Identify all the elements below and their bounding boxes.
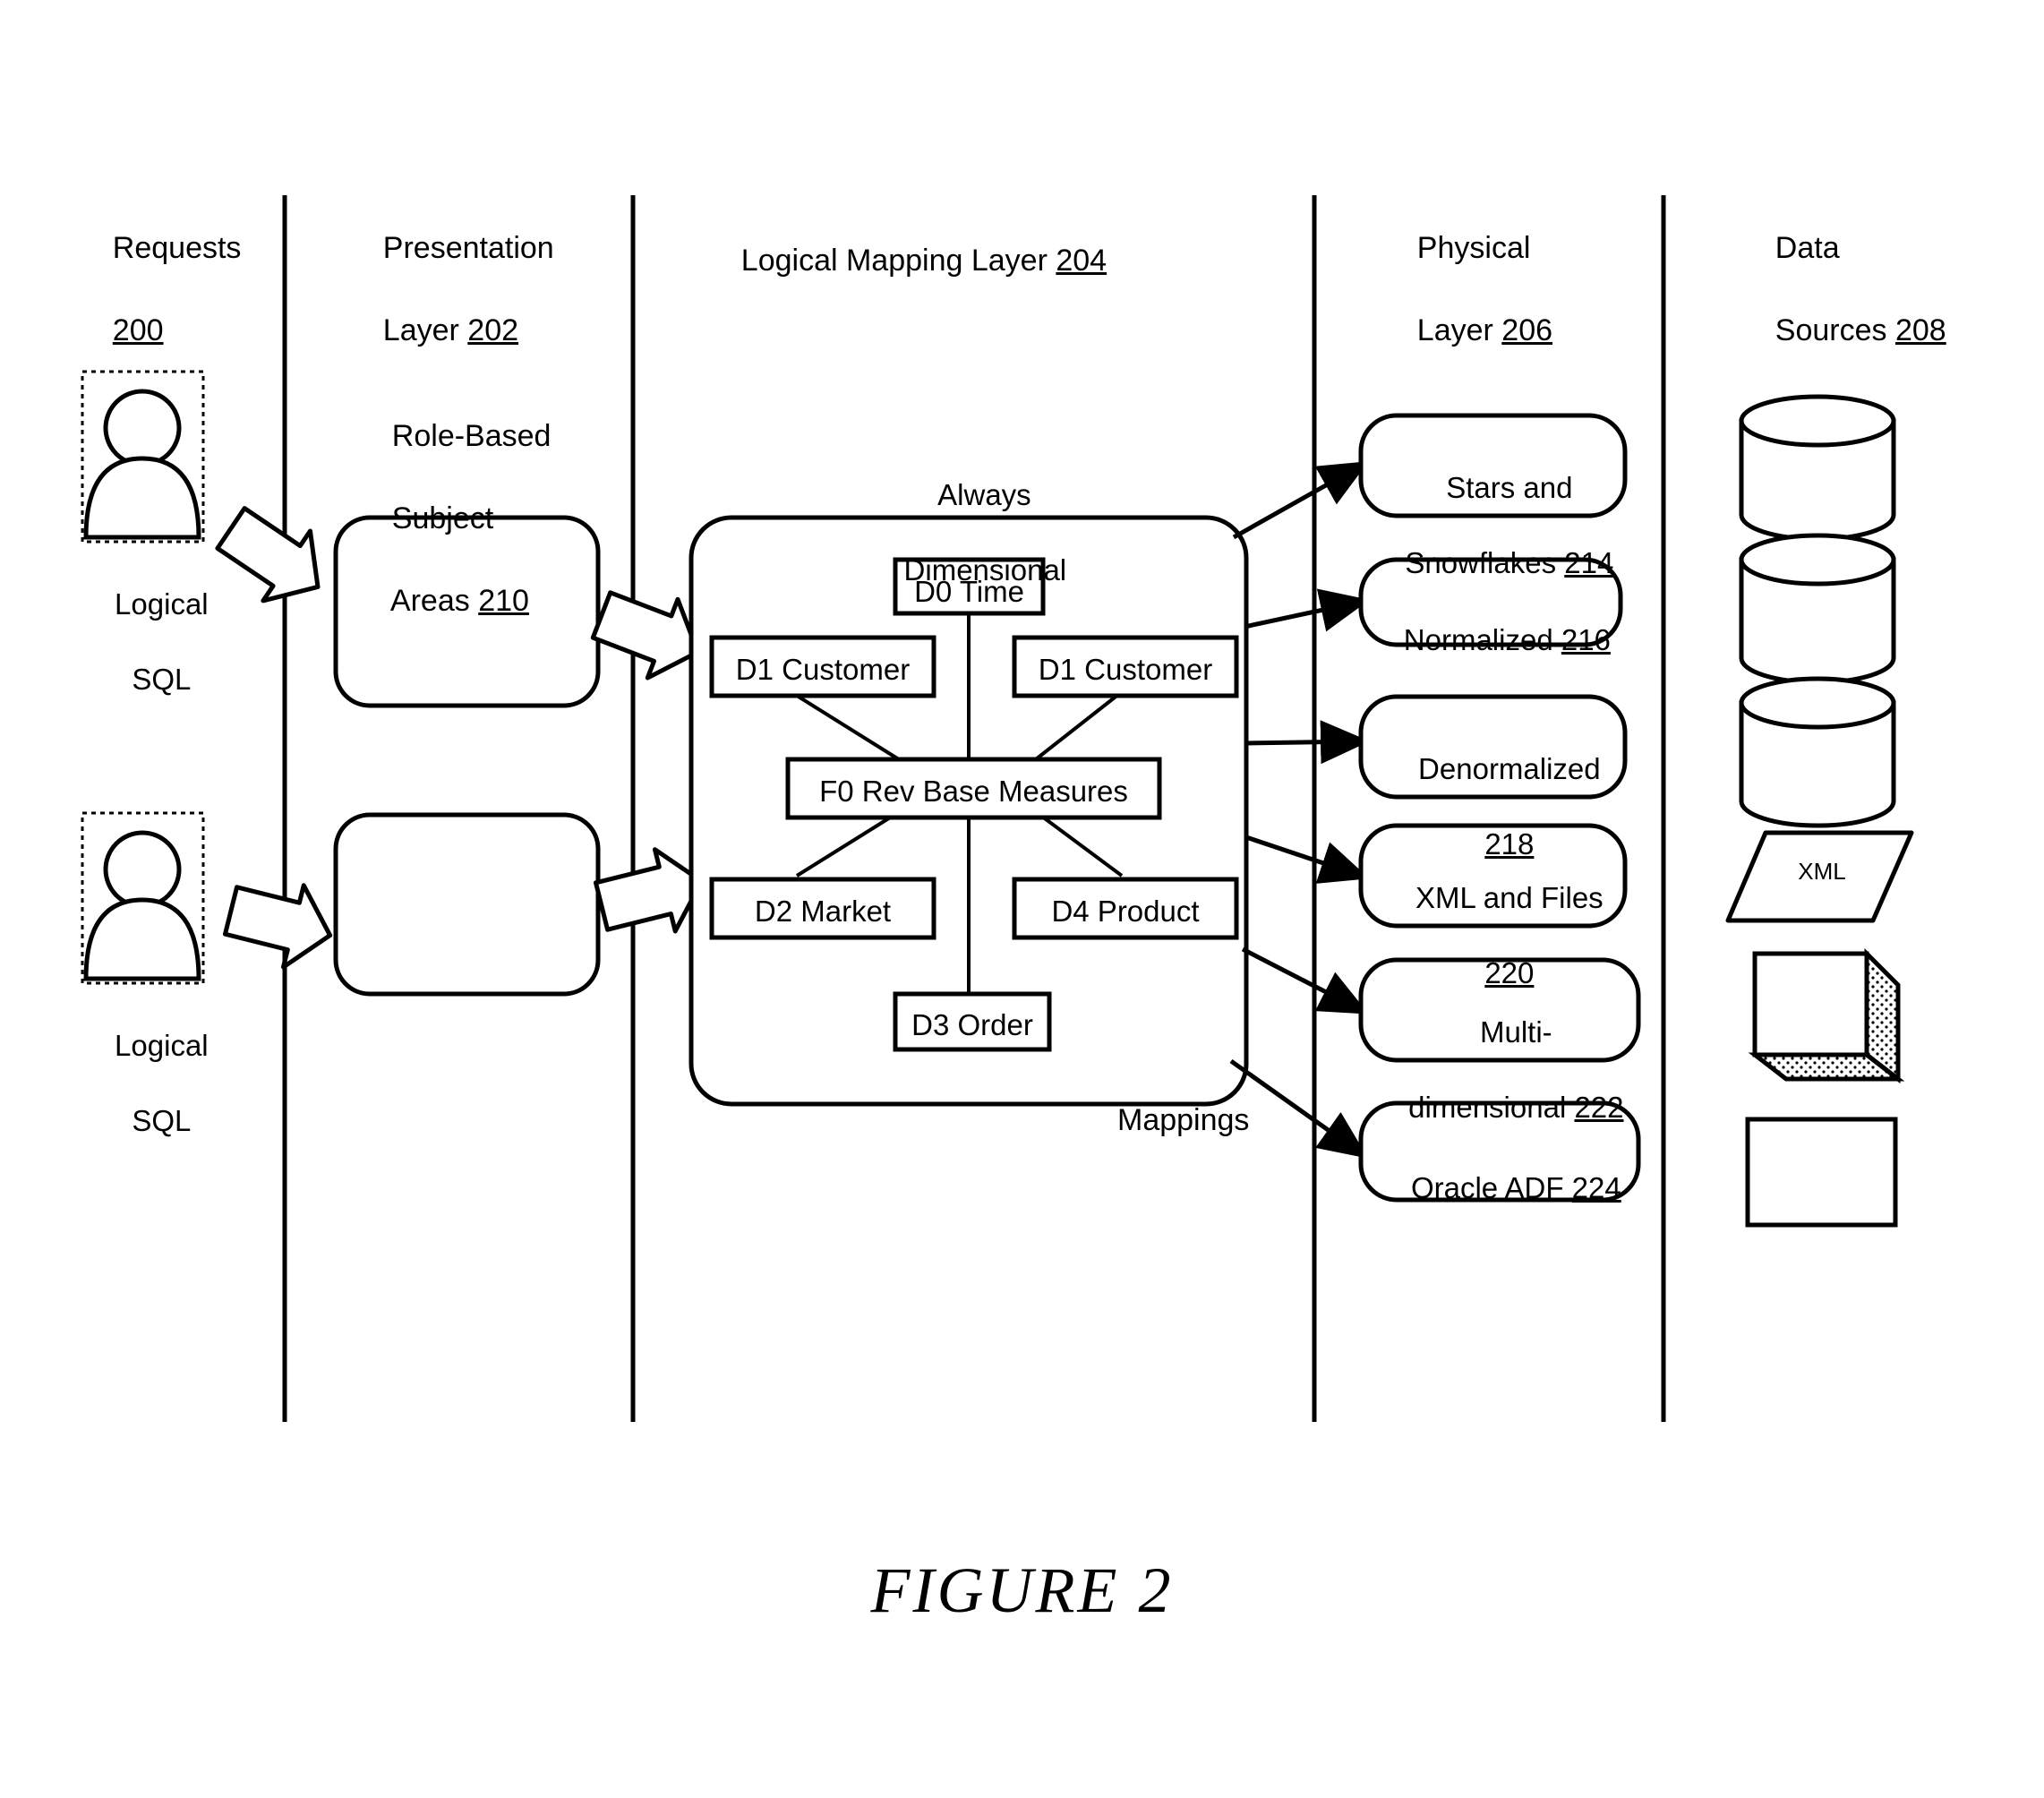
physical-box-adf-label: Oracle ADF 224 <box>1361 1132 1638 1245</box>
user-2-caption: Logical SQL <box>56 989 235 1177</box>
physical-box-adf-line1: Oracle ADF <box>1410 1171 1572 1204</box>
user-2-caption-line1: Logical <box>115 1029 209 1062</box>
database-cylinder-3 <box>1739 676 1896 828</box>
column-header-logical-ref: 204 <box>1056 244 1108 278</box>
user-1-caption: Logical SQL <box>56 548 235 736</box>
physical-box-norm-line1: Normalized <box>1403 623 1561 656</box>
column-header-physical-line1: Physical <box>1416 231 1531 265</box>
database-cylinder-1 <box>1739 394 1896 542</box>
column-header-presentation-line1: Presentation <box>382 231 554 265</box>
physical-box-multidim-ref: 222 <box>1574 1091 1624 1124</box>
physical-box-stars-line2: Snowflakes <box>1405 546 1565 579</box>
column-header-presentation-line2: Layer <box>382 313 468 347</box>
presentation-group-label-line3: Areas <box>389 584 479 618</box>
mapping-arrow-norm <box>1244 588 1370 632</box>
column-header-requests-line1: Requests <box>112 231 242 265</box>
logical-node-d0-label: D0 Time <box>914 575 1024 608</box>
database-cylinder-2 <box>1739 533 1896 685</box>
physical-box-multidim-line1: Multi- <box>1480 1015 1552 1049</box>
column-header-logical: Logical Mapping Layer 204 <box>707 199 1107 322</box>
user-1-caption-line2: SQL <box>132 663 192 696</box>
mapping-arrows <box>1229 461 1370 1159</box>
column-header-requests: Requests 200 <box>79 186 242 392</box>
physical-box-stars-line1: Stars and <box>1446 471 1573 504</box>
mapping-arrow-stars <box>1232 461 1369 540</box>
mapping-arrow-xmlfiles <box>1245 835 1370 884</box>
column-header-presentation: Presentation Layer 202 <box>349 186 554 392</box>
logical-node-d1b-label: D1 Customer <box>1038 653 1213 686</box>
physical-box-adf-ref: 224 <box>1571 1171 1621 1204</box>
block-arrow-presentation-2 <box>593 847 705 934</box>
physical-box-multidim-line2: dimensional <box>1408 1091 1575 1124</box>
column-header-physical-line2: Layer <box>1416 313 1502 347</box>
physical-box-norm-label: Normalized 216 <box>1361 584 1621 697</box>
logical-node-d2-label: D2 Market <box>754 895 892 928</box>
logical-node-d3-label: D3 Order <box>911 1008 1033 1041</box>
presentation-group-label-line2: Subject <box>391 501 494 535</box>
column-header-physical-ref: 206 <box>1501 313 1553 347</box>
presentation-group-label: Role-Based Subject Areas 210 <box>358 374 552 663</box>
column-header-sources-ref: 208 <box>1894 313 1946 347</box>
mapping-arrow-adf <box>1229 1058 1369 1159</box>
presentation-group-label-line1: Role-Based <box>391 419 552 453</box>
logical-node-d4-label: D4 Product <box>1051 895 1200 928</box>
column-header-sources-line1: Data <box>1775 231 1840 265</box>
physical-box-stars-ref: 214 <box>1564 546 1614 579</box>
column-header-presentation-ref: 202 <box>467 313 519 347</box>
mappings-label: Mappings <box>1117 1103 1250 1137</box>
physical-box-denorm-line1: Denormalized <box>1418 752 1601 785</box>
logical-annotation-line1: Always <box>937 478 1031 511</box>
column-header-requests-ref: 200 <box>112 313 164 347</box>
user-1-caption-line1: Logical <box>115 587 209 621</box>
physical-box-xmlfiles-line1: XML and Files <box>1415 881 1604 914</box>
column-header-sources: Data Sources 208 <box>1741 186 1946 392</box>
presentation-group-ref: 210 <box>478 584 529 618</box>
column-header-physical: Physical Layer 206 <box>1383 186 1552 392</box>
xml-shape-label: XML <box>1798 858 1846 885</box>
figure-canvas: Requests 200 Presentation Layer 202 Logi… <box>0 0 2044 1798</box>
mapping-arrow-multidim <box>1241 946 1369 1015</box>
block-arrow-presentation-1 <box>590 590 700 681</box>
user-icon-2 <box>81 811 205 985</box>
block-arrow-request-2 <box>222 883 333 970</box>
presentation-box-2 <box>333 812 601 997</box>
figure-caption: FIGURE 2 <box>870 1554 1174 1626</box>
plain-rectangle-source <box>1745 1117 1898 1228</box>
column-header-sources-line2: Sources <box>1775 313 1895 347</box>
mapping-arrow-denorm <box>1245 720 1370 765</box>
column-header-logical-line1: Logical Mapping Layer <box>740 244 1056 278</box>
cube-3d-icon <box>1748 947 1905 1084</box>
physical-box-norm-ref: 216 <box>1561 623 1611 656</box>
user-icon-1 <box>81 370 205 544</box>
logical-node-f0-label: F0 Rev Base Measures <box>819 775 1128 808</box>
logical-node-d1a-label: D1 Customer <box>735 653 911 686</box>
user-2-caption-line2: SQL <box>132 1104 192 1137</box>
